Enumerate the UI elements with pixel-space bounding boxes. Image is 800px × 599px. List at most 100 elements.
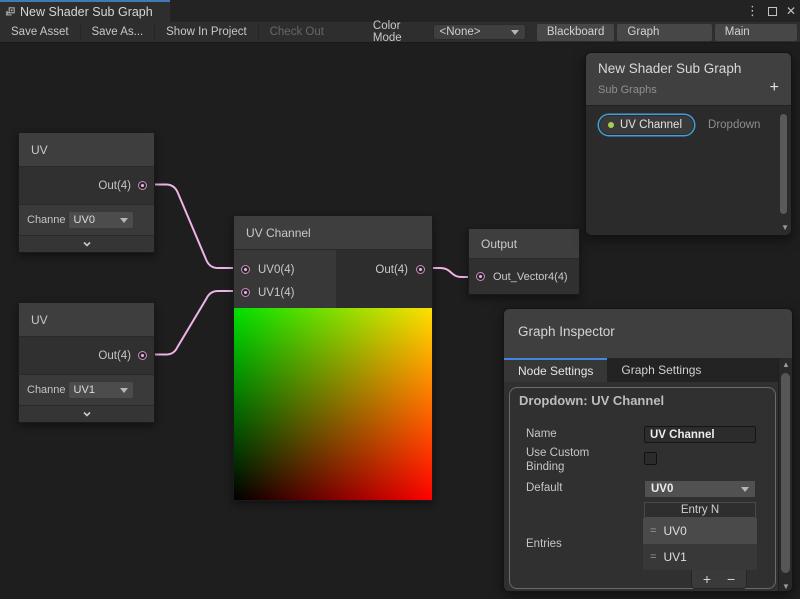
drag-handle-icon[interactable]: = bbox=[650, 525, 655, 537]
use-custom-binding-label: Use Custom Binding bbox=[526, 446, 608, 474]
port-label: Out(4) bbox=[375, 264, 408, 276]
node-title[interactable]: UV Channel bbox=[234, 216, 432, 250]
color-mode-value: <None> bbox=[440, 26, 481, 38]
add-property-button[interactable]: + bbox=[770, 80, 779, 96]
chevron-down-icon bbox=[82, 239, 92, 249]
close-icon[interactable]: ✕ bbox=[786, 0, 796, 22]
channel-label: Channe bbox=[27, 214, 66, 226]
node-title[interactable]: UV bbox=[19, 133, 154, 167]
default-value: UV0 bbox=[651, 483, 673, 495]
scrollbar-thumb[interactable] bbox=[780, 114, 787, 214]
output-port-icon[interactable] bbox=[138, 181, 147, 190]
chevron-down-icon bbox=[120, 218, 128, 223]
scrollbar-thumb[interactable] bbox=[781, 373, 790, 573]
node-collapse-button[interactable] bbox=[19, 235, 154, 252]
graph-inspector-toggle-button[interactable]: Graph Inspector bbox=[617, 24, 711, 41]
entry-row[interactable]: = UV1 bbox=[643, 544, 757, 570]
input-port-icon[interactable] bbox=[241, 288, 250, 297]
window-controls: ⋮ ✕ bbox=[746, 0, 796, 22]
scroll-down-icon[interactable]: ▼ bbox=[782, 582, 790, 591]
channel-value: UV0 bbox=[74, 214, 95, 226]
remove-entry-button[interactable]: − bbox=[727, 571, 735, 588]
inspector-title: Graph Inspector bbox=[518, 324, 615, 339]
blackboard-header: New Shader Sub Graph Sub Graphs + bbox=[586, 53, 791, 106]
port-label: Out_Vector4(4) bbox=[493, 271, 568, 283]
entry-value: UV1 bbox=[663, 550, 686, 564]
section-title: Dropdown: UV Channel bbox=[519, 393, 664, 408]
port-label: UV1(4) bbox=[258, 287, 294, 299]
entries-footer: + − bbox=[691, 570, 747, 589]
inspector-tabs: Node Settings Graph Settings bbox=[504, 358, 793, 382]
edge-uv0[interactable] bbox=[144, 185, 240, 269]
scroll-up-icon[interactable]: ▲ bbox=[782, 360, 790, 369]
blackboard-item-uv-channel[interactable]: UV Channel Dropdown bbox=[599, 115, 760, 135]
blackboard-subtitle: Sub Graphs bbox=[598, 84, 657, 96]
unity-shader-graph-window: New Shader Sub Graph ⋮ ✕ Save Asset Save… bbox=[0, 0, 800, 599]
channel-value: UV1 bbox=[74, 384, 95, 396]
drag-handle-icon[interactable]: = bbox=[650, 551, 655, 563]
output-port-icon[interactable] bbox=[138, 351, 147, 360]
edge-uv1[interactable] bbox=[144, 291, 240, 355]
name-label: Name bbox=[526, 428, 557, 440]
color-mode-label: Color Mode bbox=[367, 20, 433, 44]
use-custom-binding-checkbox[interactable] bbox=[644, 452, 657, 465]
tab-graph-settings[interactable]: Graph Settings bbox=[607, 358, 715, 382]
shader-graph-icon bbox=[5, 7, 15, 17]
inspector-header: Graph Inspector bbox=[504, 309, 792, 358]
graph-inspector-panel: Graph Inspector Node Settings Graph Sett… bbox=[503, 308, 793, 592]
channel-dropdown[interactable]: UV0 bbox=[68, 211, 134, 229]
name-input[interactable]: UV Channel bbox=[644, 426, 756, 443]
save-as-button[interactable]: Save As... bbox=[80, 22, 154, 42]
node-preview-gradient bbox=[234, 308, 432, 500]
tab-strip: New Shader Sub Graph ⋮ ✕ bbox=[0, 0, 800, 22]
node-output[interactable]: Output Out_Vector4(4) bbox=[468, 228, 580, 295]
show-in-project-button[interactable]: Show In Project bbox=[155, 22, 258, 42]
chevron-down-icon bbox=[82, 409, 92, 419]
graph-canvas[interactable]: UV Out(4) Channe UV0 UV Out( bbox=[0, 43, 800, 599]
port-label: Out(4) bbox=[98, 180, 131, 192]
window-menu-icon[interactable]: ⋮ bbox=[746, 0, 759, 22]
node-title[interactable]: UV bbox=[19, 303, 154, 337]
color-mode-dropdown[interactable]: <None> bbox=[433, 24, 526, 40]
save-asset-button[interactable]: Save Asset bbox=[0, 22, 80, 42]
default-label: Default bbox=[526, 482, 562, 494]
property-pill[interactable]: UV Channel bbox=[599, 115, 694, 135]
port-label: Out(4) bbox=[98, 350, 131, 362]
property-dot-icon bbox=[608, 122, 614, 128]
entry-value: UV0 bbox=[663, 524, 686, 538]
node-uv-2[interactable]: UV Out(4) Channe UV1 bbox=[18, 302, 155, 423]
blackboard-panel: New Shader Sub Graph Sub Graphs + UV Cha… bbox=[585, 52, 792, 236]
entries-header: Entry N bbox=[644, 502, 756, 518]
tab-new-shader-sub-graph[interactable]: New Shader Sub Graph bbox=[0, 0, 170, 22]
channel-label: Channe bbox=[27, 384, 66, 396]
chevron-down-icon bbox=[120, 388, 128, 393]
input-port-icon[interactable] bbox=[476, 272, 485, 281]
output-port-icon[interactable] bbox=[416, 265, 425, 274]
scroll-down-icon[interactable]: ▼ bbox=[781, 223, 789, 232]
entries-list: = UV0 = UV1 bbox=[643, 518, 757, 570]
main-preview-toggle-button[interactable]: Main Preview bbox=[715, 24, 797, 41]
blackboard-toggle-button[interactable]: Blackboard bbox=[537, 24, 615, 41]
entry-row[interactable]: = UV0 bbox=[643, 518, 757, 544]
graph-toolbar: Save Asset Save As... Show In Project Ch… bbox=[0, 22, 800, 43]
chevron-down-icon bbox=[511, 30, 519, 35]
property-type-label: Dropdown bbox=[708, 119, 760, 131]
channel-dropdown[interactable]: UV1 bbox=[68, 381, 134, 399]
node-title[interactable]: Output bbox=[469, 229, 579, 259]
property-name: UV Channel bbox=[620, 119, 682, 131]
entries-label: Entries bbox=[526, 538, 562, 550]
maximize-icon[interactable] bbox=[768, 7, 777, 16]
node-uv-channel[interactable]: UV Channel UV0(4) UV1(4) Out(4) bbox=[233, 215, 433, 501]
blackboard-title: New Shader Sub Graph bbox=[598, 61, 741, 76]
default-dropdown[interactable]: UV0 bbox=[644, 480, 756, 498]
port-label: UV0(4) bbox=[258, 264, 294, 276]
node-uv-1[interactable]: UV Out(4) Channe UV0 bbox=[18, 132, 155, 253]
tab-node-settings[interactable]: Node Settings bbox=[504, 358, 607, 382]
add-entry-button[interactable]: + bbox=[703, 571, 711, 588]
inspector-scrollbar[interactable]: ▲ ▼ bbox=[778, 358, 792, 592]
chevron-down-icon bbox=[741, 487, 749, 492]
input-port-icon[interactable] bbox=[241, 265, 250, 274]
check-out-button: Check Out bbox=[259, 22, 335, 42]
node-collapse-button[interactable] bbox=[19, 405, 154, 422]
tab-title: New Shader Sub Graph bbox=[20, 5, 153, 19]
